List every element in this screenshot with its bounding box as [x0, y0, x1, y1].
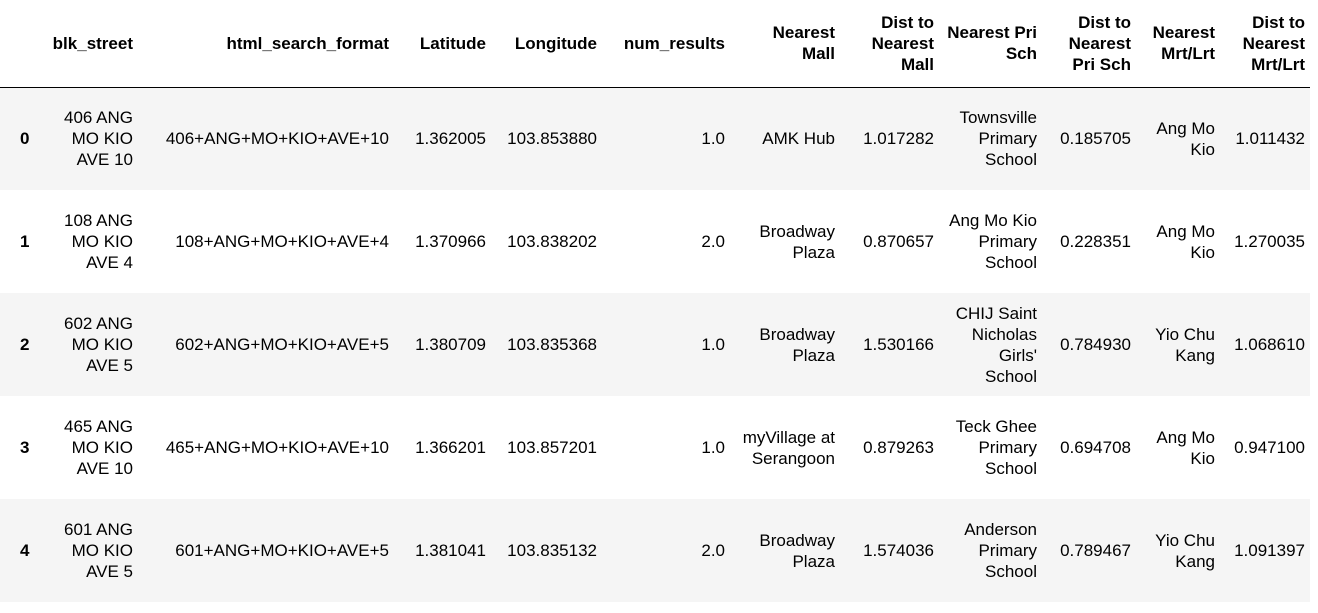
cell-dist-nearest-pri-sch: 0.784930 [1060, 335, 1131, 354]
column-header-nearest-mrt-lrt: Nearest Mrt/Lrt [1136, 0, 1220, 88]
cell-nearest-pri-sch: Ang Mo Kio Primary School [949, 211, 1037, 272]
column-header-dist-nearest-mrt-lrt: Dist to Nearest Mrt/Lrt [1220, 0, 1310, 88]
cell-nearest-mall: Broadway Plaza [759, 324, 835, 365]
cell-nearest-mrt-lrt: Ang Mo Kio [1156, 221, 1215, 262]
column-header-dist-nearest-pri-sch: Dist to Nearest Pri Sch [1042, 0, 1136, 88]
cell-nearest-pri-sch: Teck Ghee Primary School [955, 417, 1037, 478]
table-row: 4 601 ANG MO KIO AVE 5 601+ANG+MO+KIO+AV… [0, 499, 1310, 602]
cell-dist-nearest-mrt-lrt: 0.947100 [1234, 438, 1305, 457]
cell-html-search-format: 602+ANG+MO+KIO+AVE+5 [175, 335, 389, 354]
cell-nearest-mrt-lrt: Ang Mo Kio [1156, 118, 1215, 159]
cell-nearest-mrt-lrt: Ang Mo Kio [1156, 427, 1215, 468]
cell-dist-nearest-mall: 1.530166 [863, 335, 934, 354]
cell-num-results: 1.0 [701, 438, 725, 457]
cell-dist-nearest-mrt-lrt: 1.011432 [1235, 129, 1305, 149]
cell-latitude: 1.380709 [415, 335, 486, 354]
column-header-blk-street: blk_street [38, 0, 138, 88]
cell-nearest-mrt-lrt: Yio Chu Kang [1155, 530, 1215, 571]
cell-longitude: 103.853880 [507, 129, 597, 149]
cell-nearest-pri-sch: Anderson Primary School [964, 520, 1037, 581]
cell-dist-nearest-mall: 1.017282 [863, 129, 934, 149]
cell-latitude: 1.366201 [415, 438, 486, 457]
cell-dist-nearest-mall: 1.574036 [863, 541, 934, 560]
cell-dist-nearest-pri-sch: 0.694708 [1060, 438, 1131, 457]
cell-dist-nearest-mrt-lrt: 1.270035 [1234, 232, 1305, 251]
cell-longitude: 103.835368 [507, 335, 597, 354]
cell-nearest-mall: Broadway Plaza [759, 530, 835, 571]
cell-num-results: 1.0 [701, 129, 725, 149]
header-row: blk_street html_search_format Latitude L… [0, 0, 1310, 88]
row-index: 4 [20, 541, 30, 560]
cell-num-results: 1.0 [701, 335, 725, 354]
cell-html-search-format: 601+ANG+MO+KIO+AVE+5 [175, 541, 389, 560]
cell-html-search-format: 465+ANG+MO+KIO+AVE+10 [165, 438, 389, 457]
column-header-latitude: Latitude [394, 0, 491, 88]
column-header-dist-nearest-mall: Dist to Nearest Mall [840, 0, 939, 88]
table-row: 3 465 ANG MO KIO AVE 10 465+ANG+MO+KIO+A… [0, 396, 1310, 499]
cell-blk-street: 406 ANG MO KIO AVE 10 [64, 108, 133, 170]
cell-html-search-format: 108+ANG+MO+KIO+AVE+4 [175, 232, 389, 251]
index-header [0, 0, 38, 88]
table-row: 2 602 ANG MO KIO AVE 5 602+ANG+MO+KIO+AV… [0, 293, 1310, 396]
cell-dist-nearest-mrt-lrt: 1.091397 [1234, 541, 1305, 560]
cell-nearest-mall: AMK Hub [762, 129, 835, 149]
row-index: 2 [20, 335, 30, 354]
cell-latitude: 1.381041 [415, 541, 486, 560]
cell-nearest-pri-sch: CHIJ Saint Nicholas Girls' School [955, 303, 1037, 386]
cell-blk-street: 108 ANG MO KIO AVE 4 [64, 211, 133, 272]
row-index: 0 [20, 129, 30, 149]
cell-latitude: 1.362005 [415, 129, 486, 149]
column-header-num-results: num_results [602, 0, 730, 88]
column-header-nearest-pri-sch: Nearest Pri Sch [939, 0, 1042, 88]
row-index: 3 [20, 438, 30, 457]
cell-dist-nearest-mrt-lrt: 1.068610 [1234, 335, 1305, 354]
cell-nearest-pri-sch: Townsville Primary School [959, 108, 1037, 170]
cell-dist-nearest-pri-sch: 0.789467 [1060, 541, 1131, 560]
cell-nearest-mall: Broadway Plaza [759, 221, 835, 262]
dataframe-table: blk_street html_search_format Latitude L… [0, 0, 1310, 602]
cell-nearest-mall: myVillage at Serangoon [742, 427, 835, 468]
cell-num-results: 2.0 [701, 541, 725, 560]
row-index: 1 [20, 232, 30, 251]
cell-dist-nearest-mall: 0.879263 [863, 438, 934, 457]
table-row: 1 108 ANG MO KIO AVE 4 108+ANG+MO+KIO+AV… [0, 190, 1310, 293]
cell-dist-nearest-pri-sch: 0.185705 [1060, 129, 1131, 149]
cell-longitude: 103.835132 [507, 541, 597, 560]
cell-longitude: 103.857201 [507, 438, 597, 457]
cell-longitude: 103.838202 [507, 232, 597, 251]
cell-num-results: 2.0 [701, 232, 725, 251]
column-header-html-search-format: html_search_format [138, 0, 394, 88]
column-header-longitude: Longitude [491, 0, 602, 88]
cell-blk-street: 601 ANG MO KIO AVE 5 [64, 520, 133, 581]
table-row: 0 406 ANG MO KIO AVE 10 406+ANG+MO+KIO+A… [0, 87, 1310, 190]
cell-html-search-format: 406+ANG+MO+KIO+AVE+10 [165, 129, 389, 149]
cell-dist-nearest-pri-sch: 0.228351 [1060, 232, 1131, 251]
cell-blk-street: 465 ANG MO KIO AVE 10 [64, 417, 133, 478]
cell-latitude: 1.370966 [415, 232, 486, 251]
dataframe-output: blk_street html_search_format Latitude L… [0, 0, 1318, 613]
column-header-nearest-mall: Nearest Mall [730, 0, 840, 88]
cell-nearest-mrt-lrt: Yio Chu Kang [1155, 324, 1215, 365]
cell-blk-street: 602 ANG MO KIO AVE 5 [64, 314, 133, 375]
cell-dist-nearest-mall: 0.870657 [863, 232, 934, 251]
